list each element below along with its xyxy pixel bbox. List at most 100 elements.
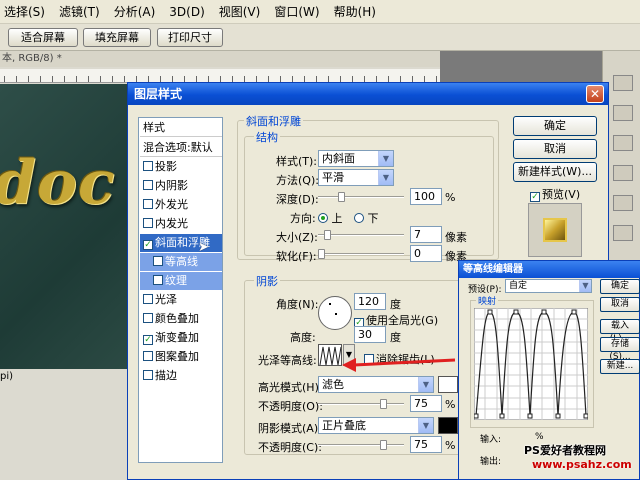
highlight-opacity-slider[interactable] [318, 403, 404, 405]
soften-slider-thumb[interactable] [318, 249, 325, 259]
checkbox[interactable] [143, 370, 153, 380]
method-label: 方法(Q): [276, 174, 319, 187]
gloss-contour-thumbnail[interactable] [318, 344, 342, 366]
chevron-down-icon[interactable]: ▼ [378, 170, 393, 185]
menu-3d[interactable]: 3D(D) [169, 5, 204, 19]
shadow-mode-select[interactable]: 正片叠底 ▼ [318, 417, 434, 434]
style-label: 光泽 [155, 293, 177, 306]
fit-screen-button[interactable]: 适合屏幕 [8, 28, 78, 47]
menu-window[interactable]: 窗口(W) [274, 3, 319, 20]
canvas[interactable] [0, 84, 134, 369]
preview-checkbox[interactable]: ✓ 预览(V) [530, 186, 580, 202]
checkmark-icon[interactable]: ✓ [530, 192, 540, 202]
size-slider-thumb[interactable] [324, 230, 331, 240]
menu-select[interactable]: 选择(S) [4, 3, 45, 20]
document-tab-title[interactable]: 本, RGB/8) * [0, 51, 440, 67]
checkbox[interactable] [143, 218, 153, 228]
checkbox[interactable] [143, 294, 153, 304]
blending-options-item[interactable]: 混合选项:默认 [140, 139, 222, 157]
menu-filter[interactable]: 滤镜(T) [59, 3, 100, 20]
radio-checked-icon[interactable] [318, 213, 328, 223]
panel-icon[interactable] [613, 165, 633, 181]
contour-ok-button[interactable]: 确定 [600, 279, 640, 294]
checkmark-icon[interactable]: ✓ [143, 335, 153, 345]
contour-cancel-button[interactable]: 取消 [600, 297, 640, 312]
style-item-pattern-overlay[interactable]: 图案叠加 [140, 348, 222, 366]
soften-slider[interactable] [318, 253, 404, 255]
chevron-down-icon[interactable]: ▼ [378, 151, 393, 166]
panel-icon[interactable] [613, 225, 633, 241]
style-item-satin[interactable]: 光泽 [140, 291, 222, 309]
style-item-bevel-emboss[interactable]: ✓ 斜面和浮雕 [140, 234, 222, 252]
chevron-down-icon[interactable]: ▼ [579, 280, 591, 292]
panel-icon[interactable] [613, 105, 633, 121]
contour-new-button[interactable]: 新建... [600, 359, 640, 374]
panel-icon[interactable] [613, 195, 633, 211]
shadow-opacity-thumb[interactable] [380, 440, 387, 450]
checkbox[interactable] [153, 256, 163, 266]
style-item-outer-glow[interactable]: 外发光 [140, 196, 222, 214]
highlight-mode-select[interactable]: 滤色 ▼ [318, 376, 434, 393]
highlight-opacity-thumb[interactable] [380, 399, 387, 409]
cancel-button[interactable]: 取消 [513, 139, 597, 159]
style-item-inner-glow[interactable]: 内发光 [140, 215, 222, 233]
watermark-url: www.psahz.com [532, 458, 632, 471]
checkbox[interactable] [153, 275, 163, 285]
checkbox[interactable] [143, 199, 153, 209]
checkmark-icon[interactable]: ✓ [143, 240, 153, 250]
print-size-button[interactable]: 打印尺寸 [157, 28, 223, 47]
style-item-stroke[interactable]: 描边 [140, 367, 222, 385]
direction-up-radio[interactable]: 上 [318, 210, 343, 226]
checkbox[interactable] [143, 313, 153, 323]
checkbox[interactable] [143, 351, 153, 361]
style-item-contour[interactable]: 等高线 [140, 253, 222, 271]
contour-graph[interactable] [474, 308, 588, 420]
mapping-label: 映射 [476, 294, 499, 307]
chevron-down-icon[interactable]: ▼ [418, 377, 433, 392]
direction-down-radio[interactable]: 下 [354, 210, 379, 226]
style-item-inner-shadow[interactable]: 内阴影 [140, 177, 222, 195]
style-label: 投影 [155, 160, 177, 173]
shadow-color-swatch[interactable] [438, 417, 458, 434]
checkbox[interactable] [143, 180, 153, 190]
contour-load-button[interactable]: 载入(L)... [600, 319, 640, 344]
soften-input[interactable]: 0 [410, 245, 442, 262]
angle-dial[interactable] [318, 296, 352, 330]
preset-select[interactable]: 自定 ▼ [505, 279, 592, 293]
size-input[interactable]: 7 [410, 226, 442, 243]
radio-icon[interactable] [354, 213, 364, 223]
depth-unit: % [445, 191, 456, 204]
new-style-button[interactable]: 新建样式(W)... [513, 162, 597, 182]
angle-input[interactable]: 120 [354, 293, 386, 310]
chevron-down-icon[interactable]: ▼ [418, 418, 433, 433]
bevel-style-select[interactable]: 内斜面 ▼ [318, 150, 394, 167]
style-item-texture[interactable]: 纹理 [140, 272, 222, 290]
highlight-color-swatch[interactable] [438, 376, 458, 393]
menu-analysis[interactable]: 分析(A) [114, 3, 156, 20]
fill-screen-button[interactable]: 填充屏幕 [83, 28, 151, 47]
panel-icon[interactable] [613, 135, 633, 151]
altitude-label: 高度: [290, 331, 316, 344]
shadow-opacity-slider[interactable] [318, 444, 404, 446]
close-icon[interactable]: ✕ [586, 85, 604, 103]
ok-button[interactable]: 确定 [513, 116, 597, 136]
horizontal-ruler [0, 69, 440, 83]
shadow-opacity-input[interactable]: 75 [410, 436, 442, 453]
checkbox[interactable] [143, 161, 153, 171]
styles-header[interactable]: 样式 [140, 119, 222, 137]
highlight-opacity-input[interactable]: 75 [410, 395, 442, 412]
depth-slider-thumb[interactable] [338, 192, 345, 202]
technique-select[interactable]: 平滑 ▼ [318, 169, 394, 186]
watermark-title: PS爱好者教程网 [524, 444, 606, 457]
style-item-drop-shadow[interactable]: 投影 [140, 158, 222, 176]
panel-icon[interactable] [613, 75, 633, 91]
menu-view[interactable]: 视图(V) [219, 3, 261, 20]
depth-input[interactable]: 100 [410, 188, 442, 205]
contour-save-button[interactable]: 存储(S)... [600, 337, 640, 362]
style-item-color-overlay[interactable]: 颜色叠加 [140, 310, 222, 328]
menu-help[interactable]: 帮助(H) [334, 3, 376, 20]
style-item-gradient-overlay[interactable]: ✓ 渐变叠加 [140, 329, 222, 347]
altitude-input[interactable]: 30 [354, 326, 386, 343]
highlight-opacity-label: 不透明度(O): [258, 400, 323, 413]
depth-slider[interactable] [318, 196, 404, 198]
